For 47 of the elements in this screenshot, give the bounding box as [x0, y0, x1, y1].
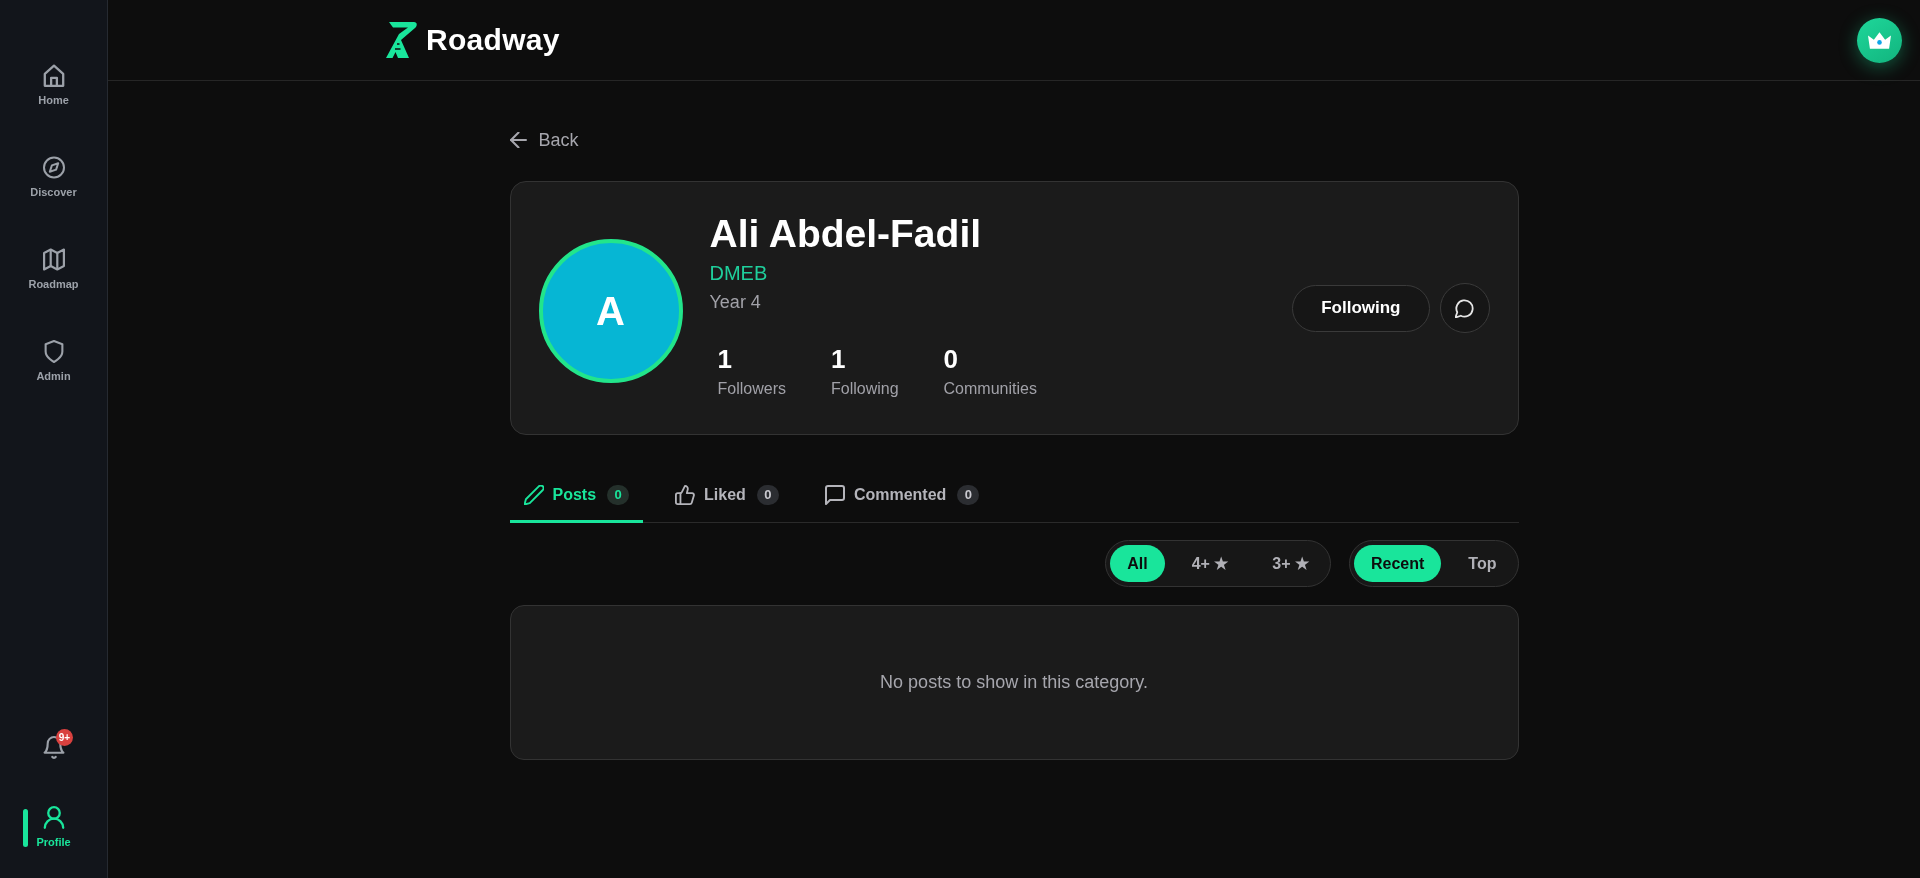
shield-icon: [42, 340, 65, 363]
notification-badge: 9+: [56, 729, 73, 746]
map-icon: [42, 248, 65, 271]
stat-label: Communities: [943, 378, 1037, 399]
nav-link[interactable]: Roadmap: [0, 238, 107, 301]
tab[interactable]: Posts 0: [509, 470, 644, 523]
chat-bubble-icon: [1455, 298, 1474, 318]
crown-icon: [1868, 32, 1891, 49]
nav-link[interactable]: Home: [0, 54, 107, 117]
tab[interactable]: Liked 0: [661, 470, 793, 523]
home-icon: [42, 64, 65, 87]
road-logo-icon: [386, 21, 418, 59]
stat-value: 0: [943, 342, 960, 375]
arrow-left-icon: [509, 132, 527, 148]
stat-label: Following: [830, 378, 899, 399]
stat-label: Followers: [717, 378, 786, 399]
user-icon: [42, 806, 65, 829]
crown-button[interactable]: [1857, 18, 1902, 63]
tab[interactable]: Commented 0: [810, 470, 994, 523]
filter-option[interactable]: 4+ ★: [1174, 545, 1246, 582]
count-badge: 0: [756, 485, 779, 505]
nav-link[interactable]: Profile: [0, 796, 107, 859]
filter-option[interactable]: 3+ ★: [1255, 545, 1326, 582]
speech-bubble-icon: [824, 485, 845, 505]
active-indicator: [23, 809, 28, 847]
profile-name: Ali Abdel-Fadil: [709, 210, 983, 257]
department-link[interactable]: DMEB: [709, 258, 1037, 287]
message-button[interactable]: [1439, 283, 1490, 333]
nav-link[interactable]: Admin: [0, 330, 107, 393]
count-badge: 0: [607, 485, 630, 505]
stat-value: 1: [717, 342, 733, 375]
notifications-button[interactable]: 9+: [0, 726, 107, 769]
thumbs-up-icon: [675, 485, 696, 505]
stat-value: 1: [830, 342, 847, 375]
sort-option[interactable]: Top: [1451, 545, 1514, 582]
nav-link[interactable]: Discover: [0, 146, 107, 209]
brand-name: Roadway: [426, 23, 560, 57]
compass-icon: [42, 156, 65, 179]
pencil-icon: [523, 485, 544, 505]
filter-option[interactable]: All: [1110, 545, 1165, 582]
empty-message: No posts to show in this category.: [880, 672, 1148, 693]
back-link[interactable]: Back: [509, 128, 579, 152]
count-badge: 0: [957, 485, 980, 505]
year-text: Year 4: [709, 290, 762, 314]
avatar: A: [538, 239, 683, 383]
sort-option[interactable]: Recent: [1354, 545, 1442, 582]
following-button[interactable]: Following: [1292, 284, 1430, 332]
